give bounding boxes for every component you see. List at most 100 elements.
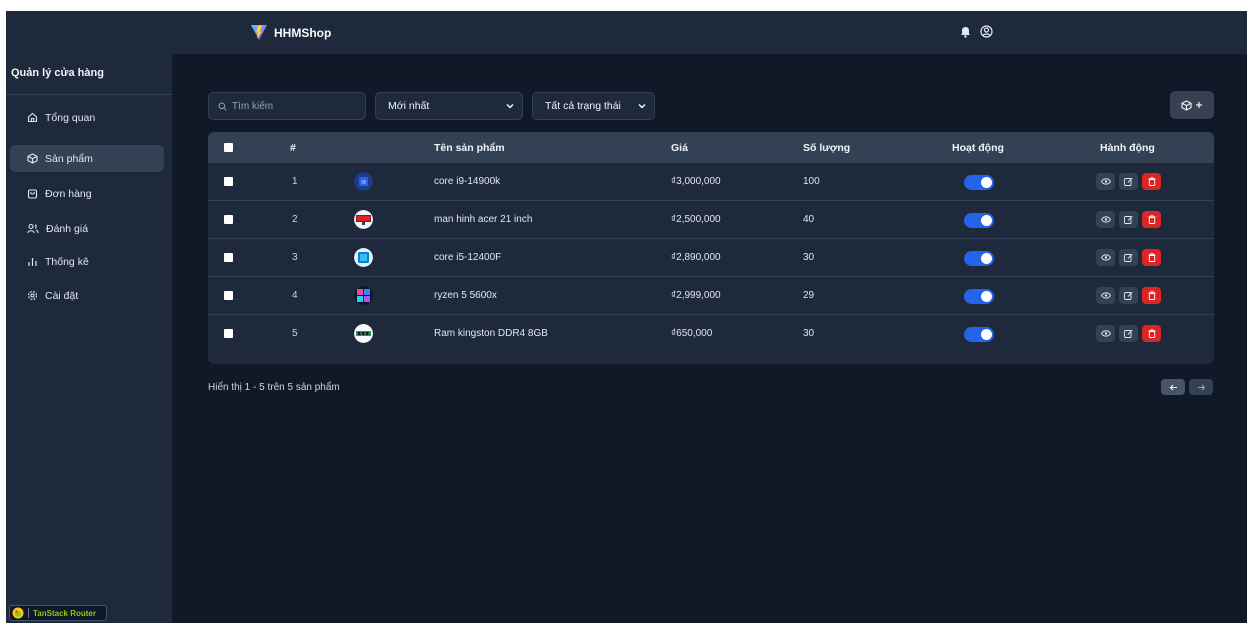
product-thumbnail[interactable]: i9 [354, 172, 373, 191]
product-price: ₫3,000,000 [671, 176, 721, 187]
eye-icon [1100, 216, 1111, 223]
bell-icon[interactable] [960, 26, 971, 38]
delete-button[interactable] [1142, 173, 1161, 190]
view-button[interactable] [1096, 325, 1115, 342]
product-price: ₫2,999,000 [671, 290, 721, 301]
plus-icon [1196, 102, 1202, 108]
select-all-checkbox[interactable] [224, 143, 233, 152]
row-checkbox[interactable] [224, 177, 233, 186]
sidebar-item-label: Tổng quan [45, 111, 96, 124]
sort-select[interactable]: Mới nhất [375, 92, 523, 120]
eye-icon [1100, 254, 1111, 261]
view-button[interactable] [1096, 249, 1115, 266]
tanstack-logo-icon [12, 607, 24, 619]
edit-button[interactable] [1119, 287, 1138, 304]
tanstack-devtools-button[interactable]: TanStack Router [9, 605, 107, 621]
column-header-index: # [290, 142, 296, 154]
column-header-price: Giá [671, 142, 688, 154]
delete-button[interactable] [1142, 211, 1161, 228]
edit-icon [1124, 329, 1133, 338]
trash-icon [1148, 291, 1155, 300]
product-name: core i9-14900k [434, 176, 501, 187]
sidebar-item-orders[interactable]: Đơn hàng [10, 180, 164, 207]
edit-icon [1124, 215, 1133, 224]
product-thumbnail[interactable] [354, 286, 373, 305]
view-button[interactable] [1096, 287, 1115, 304]
active-toggle[interactable] [964, 213, 994, 228]
gear-icon [27, 290, 38, 301]
row-checkbox[interactable] [224, 291, 233, 300]
table-row: 2 man hinh acer 21 inch ₫2,500,000 40 [208, 201, 1214, 239]
row-checkbox[interactable] [224, 215, 233, 224]
edit-button[interactable] [1119, 249, 1138, 266]
product-quantity: 29 [803, 290, 815, 301]
next-page-button[interactable] [1189, 379, 1213, 395]
status-select[interactable]: Tất cả trạng thái [532, 92, 655, 120]
sidebar-item-label: Cài đặt [45, 289, 79, 302]
column-header-actions: Hành động [1100, 142, 1155, 154]
package-icon [27, 153, 38, 164]
chevron-down-icon [506, 103, 514, 109]
sidebar: Quản lý cửa hàng Tổng quan Sản phẩm Đơn … [6, 54, 172, 623]
trash-icon [1148, 215, 1155, 224]
product-price: ₫2,500,000 [671, 214, 721, 225]
package-icon [1181, 99, 1192, 111]
row-actions [1096, 249, 1161, 266]
view-button[interactable] [1096, 173, 1115, 190]
sidebar-item-overview[interactable]: Tổng quan [10, 104, 164, 131]
top-bar: HHMShop [6, 11, 1247, 54]
pagination-controls [1161, 379, 1213, 395]
previous-page-button[interactable] [1161, 379, 1185, 395]
active-toggle[interactable] [964, 251, 994, 266]
sidebar-item-settings[interactable]: Cài đặt [10, 282, 164, 309]
vite-logo-icon [251, 25, 267, 40]
product-name: core i5-12400F [434, 252, 502, 263]
status-select-value: Tất cả trạng thái [545, 100, 621, 112]
search-input[interactable] [232, 100, 352, 112]
view-button[interactable] [1096, 211, 1115, 228]
sort-select-value: Mới nhất [388, 100, 430, 112]
edit-button[interactable] [1119, 211, 1138, 228]
pagination-summary: Hiển thị 1 - 5 trên 5 sản phẩm [208, 382, 340, 393]
delete-button[interactable] [1142, 249, 1161, 266]
brand-name: HHMShop [274, 25, 332, 40]
row-checkbox[interactable] [224, 253, 233, 262]
sidebar-title: Quản lý cửa hàng [11, 67, 104, 79]
product-name: ryzen 5 5600x [434, 290, 497, 301]
edit-button[interactable] [1119, 325, 1138, 342]
user-circle-icon[interactable] [980, 25, 993, 38]
eye-icon [1100, 292, 1111, 299]
sidebar-item-label: Thống kê [45, 255, 89, 268]
active-toggle[interactable] [964, 175, 994, 190]
home-icon [27, 112, 38, 123]
delete-button[interactable] [1142, 325, 1161, 342]
toggle-knob [981, 329, 992, 340]
eye-icon [1100, 178, 1111, 185]
add-product-button[interactable] [1170, 91, 1214, 119]
product-thumbnail[interactable] [354, 248, 373, 267]
active-toggle[interactable] [964, 289, 994, 304]
brand-logo[interactable]: HHMShop [250, 24, 331, 41]
toggle-knob [981, 253, 992, 264]
row-actions [1096, 211, 1161, 228]
edit-icon [1124, 253, 1133, 262]
sidebar-item-reviews[interactable]: Đánh giá [10, 215, 164, 242]
row-checkbox[interactable] [224, 329, 233, 338]
column-header-active: Hoạt động [952, 142, 1004, 154]
product-thumbnail[interactable] [354, 324, 373, 343]
search-field[interactable] [208, 92, 366, 120]
trash-icon [1148, 177, 1155, 186]
column-header-quantity: Số lượng [803, 142, 851, 154]
active-toggle[interactable] [964, 327, 994, 342]
delete-button[interactable] [1142, 287, 1161, 304]
app-window: HHMShop Quản lý cửa hàng Tổng quan Sản p… [6, 11, 1247, 623]
product-thumbnail[interactable] [354, 210, 373, 229]
product-quantity: 40 [803, 214, 815, 225]
sidebar-item-products[interactable]: Sản phẩm [10, 145, 164, 172]
edit-button[interactable] [1119, 173, 1138, 190]
row-index: 3 [292, 252, 298, 263]
sidebar-item-statistics[interactable]: Thống kê [10, 248, 164, 275]
devtools-label: TanStack Router [33, 608, 96, 618]
users-icon [27, 223, 39, 234]
row-actions [1096, 173, 1161, 190]
